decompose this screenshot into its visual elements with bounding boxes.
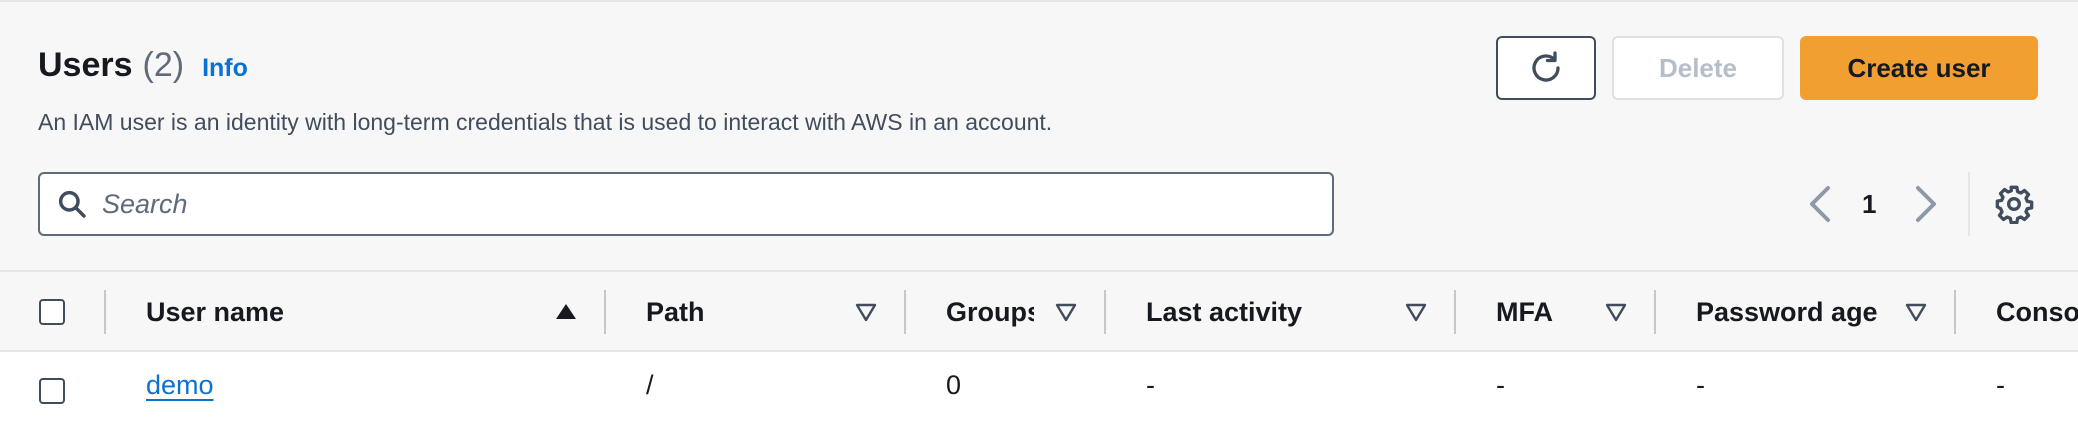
search-field[interactable] [38,172,1334,236]
column-header-groups[interactable]: Groups [946,272,1034,352]
column-header-console[interactable]: Console [1996,272,2078,352]
column-divider [104,290,106,334]
info-link[interactable]: Info [202,54,248,83]
sort-icon[interactable] [1904,300,1928,324]
previous-page-button[interactable] [1806,180,1834,228]
column-divider [1954,290,1956,334]
page-description: An IAM user is an identity with long-ter… [38,109,1053,135]
create-user-button[interactable]: Create user [1800,36,2038,100]
column-divider [604,290,606,334]
password-age-cell: - [1696,370,1705,400]
divider [1968,172,1970,236]
column-label-mfa: MFA [1496,296,1553,327]
path-cell: / [646,370,654,400]
refresh-icon [1532,51,1560,82]
console-cell: - [1996,370,2005,400]
column-divider [1454,290,1456,334]
users-panel: Users (2) Info An IAM user is an identit… [0,0,2078,430]
next-page-button[interactable] [1912,180,1940,228]
mfa-cell: - [1496,370,1505,400]
column-label-groups: Groups [946,296,1034,327]
select-all-checkbox[interactable] [39,299,65,325]
refresh-button[interactable] [1496,36,1596,100]
chevron-left-icon [1810,186,1830,222]
gear-icon [1995,185,2034,225]
delete-button[interactable]: Delete [1612,36,1784,100]
page-title-text: Users [38,46,133,84]
chevron-right-icon [1916,186,1936,222]
user-count: (2) [142,46,185,84]
column-header-path[interactable]: Path [646,272,796,352]
column-label-console: Console [1996,296,2078,327]
sort-icon[interactable] [1404,300,1428,324]
sort-icon[interactable] [1604,300,1628,324]
column-label-path: Path [646,296,705,327]
row-checkbox[interactable] [39,378,65,404]
sort-ascending-icon[interactable] [554,300,578,324]
last-activity-cell: - [1146,370,1155,400]
table-row: demo / 0 - - - - [0,352,2078,430]
column-label-password-age: Password age [1696,296,1878,327]
search-icon [54,186,90,222]
column-divider [1104,290,1106,334]
column-label-user-name: User name [146,296,285,327]
page-number[interactable]: 1 [1862,180,1876,228]
column-label-last-activity: Last activity [1146,296,1303,327]
column-header-mfa[interactable]: MFA [1496,272,1596,352]
groups-cell: 0 [946,370,962,400]
user-name-link[interactable]: demo [146,370,214,401]
page-title: Users (2) Info [38,46,248,85]
preferences-button[interactable] [1994,184,2034,225]
column-divider [1654,290,1656,334]
column-header-last-activity[interactable]: Last activity [1146,272,1396,352]
search-input[interactable] [102,188,1302,220]
sort-icon[interactable] [1054,300,1078,324]
column-header-user-name[interactable]: User name [146,272,446,352]
sort-icon[interactable] [854,300,878,324]
column-divider [904,290,906,334]
column-header-password-age[interactable]: Password age [1696,272,1906,352]
table-header: User name Path Groups Last activity MFA … [0,270,2078,352]
